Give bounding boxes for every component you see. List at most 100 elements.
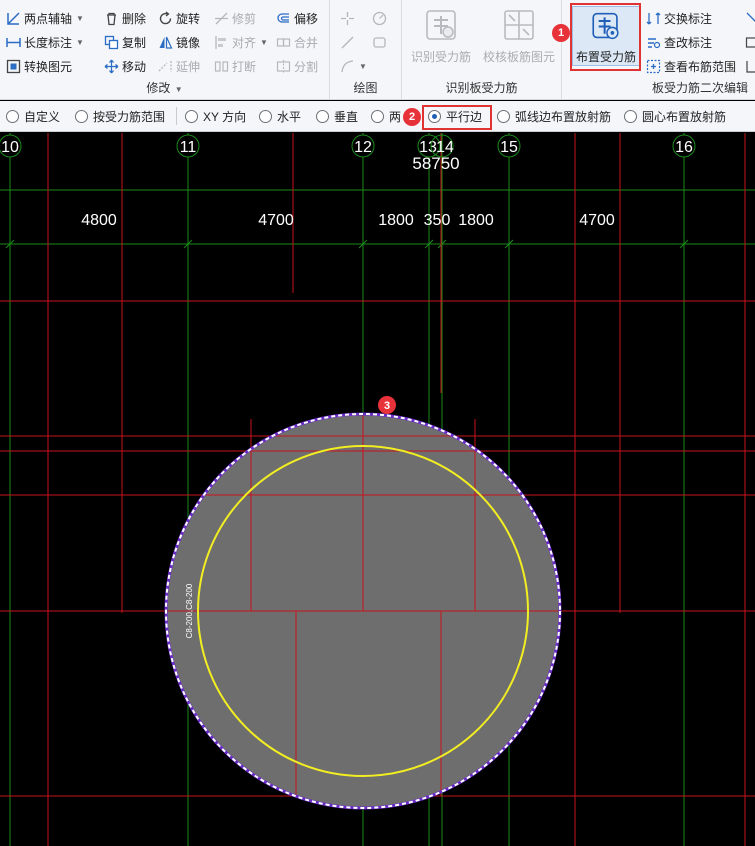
line-draw-icon bbox=[340, 35, 355, 50]
offset-button[interactable]: 偏移 bbox=[276, 8, 318, 28]
overflow-tool-icon bbox=[745, 35, 755, 50]
option-two-point-label: 两 bbox=[389, 110, 402, 124]
axis-label-10: 10 bbox=[1, 139, 19, 156]
option-vertical[interactable]: 垂直 bbox=[316, 108, 358, 125]
view-range-button[interactable]: 查看布筋范围 bbox=[646, 56, 736, 76]
step-marker-2: 2 bbox=[403, 108, 421, 126]
delete-button[interactable]: 删除 bbox=[104, 8, 146, 28]
radio-by-range[interactable] bbox=[75, 110, 88, 123]
radio-vertical[interactable] bbox=[316, 110, 329, 123]
parallel-edge-highlight bbox=[422, 105, 492, 130]
cad-drawing[interactable]: C8-200,C8-200 10 11 12 13 14 15 16 58750… bbox=[0, 133, 755, 846]
total-dimension-text: 58750 bbox=[412, 154, 459, 173]
option-by-range-label: 按受力筋范围 bbox=[93, 110, 166, 124]
option-center-radial[interactable]: 圆心布置放射筋 bbox=[624, 108, 726, 125]
overflow-tool-icon bbox=[745, 59, 755, 74]
draw-point-button[interactable] bbox=[340, 8, 355, 28]
radio-arc-radial[interactable] bbox=[497, 110, 510, 123]
option-vertical-label: 垂直 bbox=[334, 110, 359, 124]
swap-label-button[interactable]: 交换标注 bbox=[646, 8, 712, 28]
extend-icon bbox=[158, 59, 173, 74]
move-button[interactable]: 移动 bbox=[104, 56, 146, 76]
rebar-label: C8-200,C8-200 bbox=[185, 583, 194, 638]
two-point-axis-button[interactable]: 两点辅轴 ▼ bbox=[6, 8, 84, 28]
length-dim-label: 长度标注 bbox=[24, 35, 73, 50]
break-icon bbox=[214, 59, 229, 74]
option-arc-radial[interactable]: 弧线边布置放射筋 bbox=[497, 108, 611, 125]
verify-rebar-label: 校核板筋图元 bbox=[482, 50, 555, 64]
check-label-button[interactable]: 查改标注 bbox=[646, 32, 712, 52]
chevron-down-icon: ▼ bbox=[260, 37, 268, 47]
modify-group: 两点辅轴 ▼ 长度标注 ▼ 转换图元 删除 复制 移动 旋转 镜像 延伸 修剪 … bbox=[0, 0, 330, 100]
copy-button[interactable]: 复制 bbox=[104, 32, 146, 52]
radio-xy-direction[interactable] bbox=[185, 110, 198, 123]
draw-rect-button[interactable] bbox=[372, 32, 387, 52]
rotate-button[interactable]: 旋转 bbox=[158, 8, 200, 28]
identify-group: 识别受力筋 校核板筋图元 识别板受力筋 bbox=[402, 0, 562, 100]
radio-horizontal[interactable] bbox=[259, 110, 272, 123]
mirror-label: 镜像 bbox=[176, 35, 201, 50]
length-dim-button[interactable]: 长度标注 ▼ bbox=[6, 32, 84, 52]
swap-icon bbox=[646, 11, 661, 26]
options-divider bbox=[176, 107, 177, 125]
identify-group-title: 识别板受力筋 bbox=[445, 81, 518, 95]
modify-group-title[interactable]: 修改 ▼ bbox=[0, 79, 329, 96]
radio-center-radial[interactable] bbox=[624, 110, 637, 123]
axis-label-16: 16 bbox=[675, 139, 693, 156]
view-range-icon bbox=[646, 59, 661, 74]
split-button[interactable]: 分割 bbox=[276, 56, 318, 76]
rectangle-draw-icon bbox=[372, 35, 387, 50]
two-point-axis-label: 两点辅轴 bbox=[24, 11, 73, 26]
overflow-tool-1[interactable] bbox=[745, 8, 755, 28]
step-marker-1: 1 bbox=[552, 24, 570, 42]
verify-rebar-icon bbox=[504, 10, 534, 40]
secondary-edit-group-title: 板受力筋二次编辑 bbox=[652, 81, 749, 95]
axis-label-11: 11 bbox=[180, 139, 197, 156]
option-center-radial-label: 圆心布置放射筋 bbox=[642, 110, 727, 124]
merge-label: 合并 bbox=[294, 35, 319, 50]
split-icon bbox=[276, 59, 291, 74]
draw-line-button[interactable] bbox=[340, 32, 355, 52]
draw-arc-button[interactable]: ▼ bbox=[340, 56, 367, 76]
chevron-down-icon: ▼ bbox=[359, 61, 367, 71]
option-xy-direction[interactable]: XY 方向 bbox=[185, 108, 246, 125]
option-horizontal[interactable]: 水平 bbox=[259, 108, 301, 125]
identify-rebar-button[interactable]: 识别受力筋 bbox=[406, 4, 476, 70]
option-two-point[interactable]: 两 bbox=[371, 108, 401, 125]
swap-label-text: 交换标注 bbox=[664, 11, 713, 26]
check-label-icon bbox=[646, 35, 661, 50]
crosshair-icon bbox=[340, 11, 355, 26]
drawing-canvas[interactable]: C8-200,C8-200 10 11 12 13 14 15 16 58750… bbox=[0, 133, 755, 846]
convert-element-button[interactable]: 转换图元 bbox=[6, 56, 72, 76]
align-label: 对齐 bbox=[232, 35, 257, 50]
convert-element-icon bbox=[6, 59, 21, 74]
place-rebar-highlight bbox=[570, 3, 641, 71]
overflow-tool-icon bbox=[745, 11, 755, 26]
trim-button[interactable]: 修剪 bbox=[214, 8, 256, 28]
align-button[interactable]: 对齐 ▼ bbox=[214, 32, 268, 52]
radio-custom[interactable] bbox=[6, 110, 19, 123]
radio-two-point[interactable] bbox=[371, 110, 384, 123]
option-horizontal-label: 水平 bbox=[277, 110, 302, 124]
overflow-tool-2[interactable] bbox=[745, 32, 755, 52]
draw-circle-button[interactable] bbox=[372, 8, 387, 28]
arc-draw-icon bbox=[340, 59, 355, 74]
two-point-axis-icon bbox=[6, 11, 21, 26]
break-button[interactable]: 打断 bbox=[214, 56, 256, 76]
merge-button[interactable]: 合并 bbox=[276, 32, 318, 52]
option-custom[interactable]: 自定义 bbox=[6, 108, 60, 125]
trim-icon bbox=[214, 11, 229, 26]
mirror-button[interactable]: 镜像 bbox=[158, 32, 200, 52]
verify-rebar-button[interactable]: 校核板筋图元 bbox=[480, 4, 558, 70]
extend-button[interactable]: 延伸 bbox=[158, 56, 200, 76]
trim-label: 修剪 bbox=[232, 11, 257, 26]
overflow-tool-3[interactable] bbox=[745, 56, 755, 76]
span-dimension-text: 4700 bbox=[579, 212, 615, 229]
option-by-range[interactable]: 按受力筋范围 bbox=[75, 108, 165, 125]
identify-rebar-label: 识别受力筋 bbox=[410, 50, 471, 64]
extend-label: 延伸 bbox=[176, 59, 201, 74]
axis-label-15: 15 bbox=[500, 139, 518, 156]
merge-icon bbox=[276, 35, 291, 50]
check-label-text: 查改标注 bbox=[664, 35, 713, 50]
copy-icon bbox=[104, 35, 119, 50]
